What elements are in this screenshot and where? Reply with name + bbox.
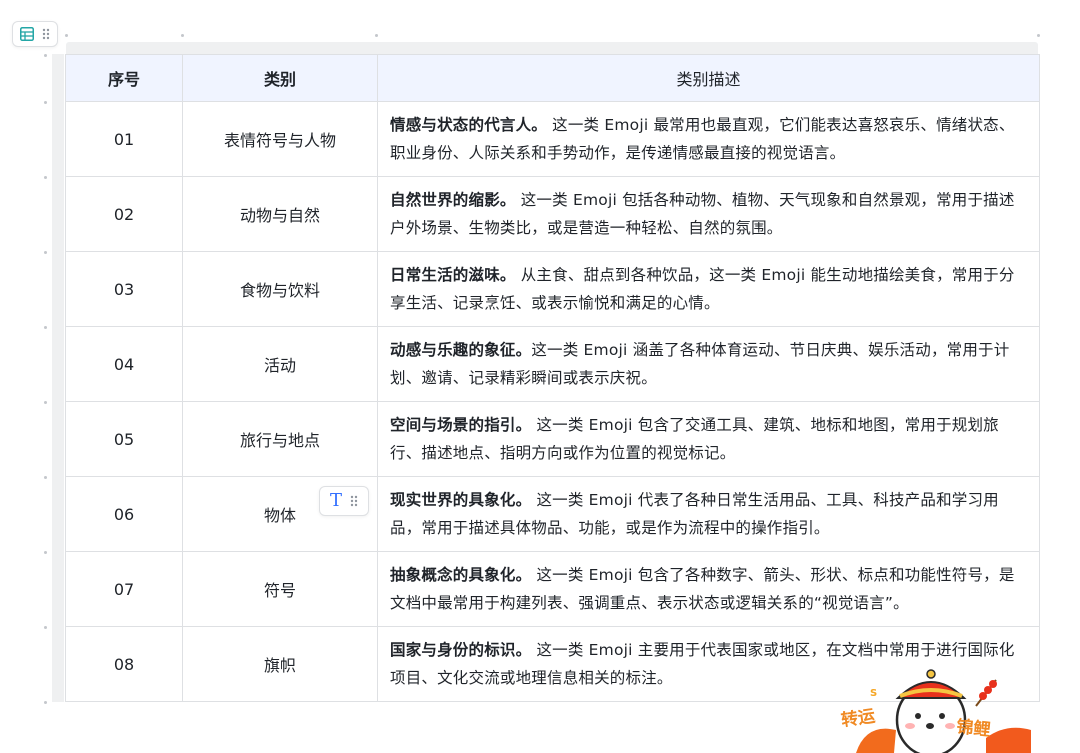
num-cell[interactable]: 03 [65,251,183,327]
column-insert-dot[interactable] [1037,34,1040,37]
description-cell[interactable]: 动感与乐趣的象征。这一类 Emoji 涵盖了各种体育运动、节日庆典、娱乐活动，常… [377,326,1040,402]
category-cell[interactable]: 表情符号与人物 [182,101,378,177]
svg-text:S: S [870,688,877,699]
sticker-illustration: S 转运 锦鲤 [840,669,1031,753]
table-icon [20,27,34,41]
header-cell-num[interactable]: 序号 [65,54,183,102]
row-selector-bar[interactable] [52,54,64,702]
table-row: 05 旅行与地点 空间与场景的指引。 这一类 Emoji 包含了交通工具、建筑、… [65,401,1040,477]
description-lead: 国家与身份的标识。 [390,641,532,659]
category-cell[interactable]: 旗帜 [182,626,378,702]
column-insert-dot[interactable] [375,34,378,37]
num-cell[interactable]: 07 [65,551,183,627]
drag-handle-icon [42,28,50,40]
category-cell[interactable]: 食物与饮料 [182,251,378,327]
description-lead: 情感与状态的代言人。 [390,116,548,134]
column-insert-dot[interactable] [181,34,184,37]
header-cell-category[interactable]: 类别 [182,54,378,102]
num-cell[interactable]: 01 [65,101,183,177]
column-selector-bar[interactable] [66,42,1038,54]
row-insert-dot[interactable] [44,551,47,554]
num-cell[interactable]: 08 [65,626,183,702]
table-row: 06 物体 现实世界的具象化。 这一类 Emoji 代表了各种日常生活用品、工具… [65,476,1040,552]
description-cell[interactable]: 自然世界的缩影。 这一类 Emoji 包括各种动物、植物、天气现象和自然景观，常… [377,176,1040,252]
num-cell[interactable]: 02 [65,176,183,252]
row-insert-dot[interactable] [44,401,47,404]
column-insert-dot[interactable] [65,34,68,37]
header-cell-description[interactable]: 类别描述 [377,54,1040,102]
description-cell[interactable]: 现实世界的具象化。 这一类 Emoji 代表了各种日常生活用品、工具、科技产品和… [377,476,1040,552]
row-insert-dot[interactable] [44,251,47,254]
row-insert-dot[interactable] [44,626,47,629]
description-lead: 现实世界的具象化。 [390,491,532,509]
table-row: 07 符号 抽象概念的具象化。 这一类 Emoji 包含了各种数字、箭头、形状、… [65,551,1040,627]
description-lead: 动感与乐趣的象征。 [390,341,532,359]
drag-handle-icon [350,495,358,507]
num-cell[interactable]: 06 [65,476,183,552]
category-cell[interactable]: 活动 [182,326,378,402]
lucky-koi-sticker: S 转运 锦鲤 [836,668,1036,753]
emoji-category-table: 序号 类别 类别描述 01 表情符号与人物 情感与状态的代言人。 这一类 Emo… [65,54,1040,702]
num-cell[interactable]: 05 [65,401,183,477]
description-cell[interactable]: 抽象概念的具象化。 这一类 Emoji 包含了各种数字、箭头、形状、标点和功能性… [377,551,1040,627]
row-insert-dot[interactable] [44,701,47,704]
table-block-handle[interactable] [12,21,58,47]
table-row: 01 表情符号与人物 情感与状态的代言人。 这一类 Emoji 最常用也最直观，… [65,101,1040,177]
description-lead: 日常生活的滋味。 [390,266,516,284]
table-row: 03 食物与饮料 日常生活的滋味。 从主食、甜点到各种饮品，这一类 Emoji … [65,251,1040,327]
sticker-left-text: 转运 [840,705,877,731]
row-insert-dot[interactable] [44,54,47,57]
category-cell[interactable]: 旅行与地点 [182,401,378,477]
sticker-right-text: 锦鲤 [955,716,991,740]
category-cell[interactable]: 动物与自然 [182,176,378,252]
text-type-icon: T [329,490,342,511]
table-header-row: 序号 类别 类别描述 [65,54,1040,102]
description-lead: 抽象概念的具象化。 [390,566,532,584]
description-cell[interactable]: 情感与状态的代言人。 这一类 Emoji 最常用也最直观，它们能表达喜怒哀乐、情… [377,101,1040,177]
table-row: 02 动物与自然 自然世界的缩影。 这一类 Emoji 包括各种动物、植物、天气… [65,176,1040,252]
num-cell[interactable]: 04 [65,326,183,402]
row-insert-dot[interactable] [44,326,47,329]
row-insert-dot[interactable] [44,476,47,479]
block-type-handle[interactable]: T [319,486,369,516]
category-cell[interactable]: 符号 [182,551,378,627]
description-cell[interactable]: 空间与场景的指引。 这一类 Emoji 包含了交通工具、建筑、地标和地图，常用于… [377,401,1040,477]
row-insert-dot[interactable] [44,101,47,104]
description-cell[interactable]: 日常生活的滋味。 从主食、甜点到各种饮品，这一类 Emoji 能生动地描绘美食，… [377,251,1040,327]
description-lead: 自然世界的缩影。 [390,191,516,209]
description-lead: 空间与场景的指引。 [390,416,532,434]
table-row: 04 活动 动感与乐趣的象征。这一类 Emoji 涵盖了各种体育运动、节日庆典、… [65,326,1040,402]
row-insert-dot[interactable] [44,176,47,179]
